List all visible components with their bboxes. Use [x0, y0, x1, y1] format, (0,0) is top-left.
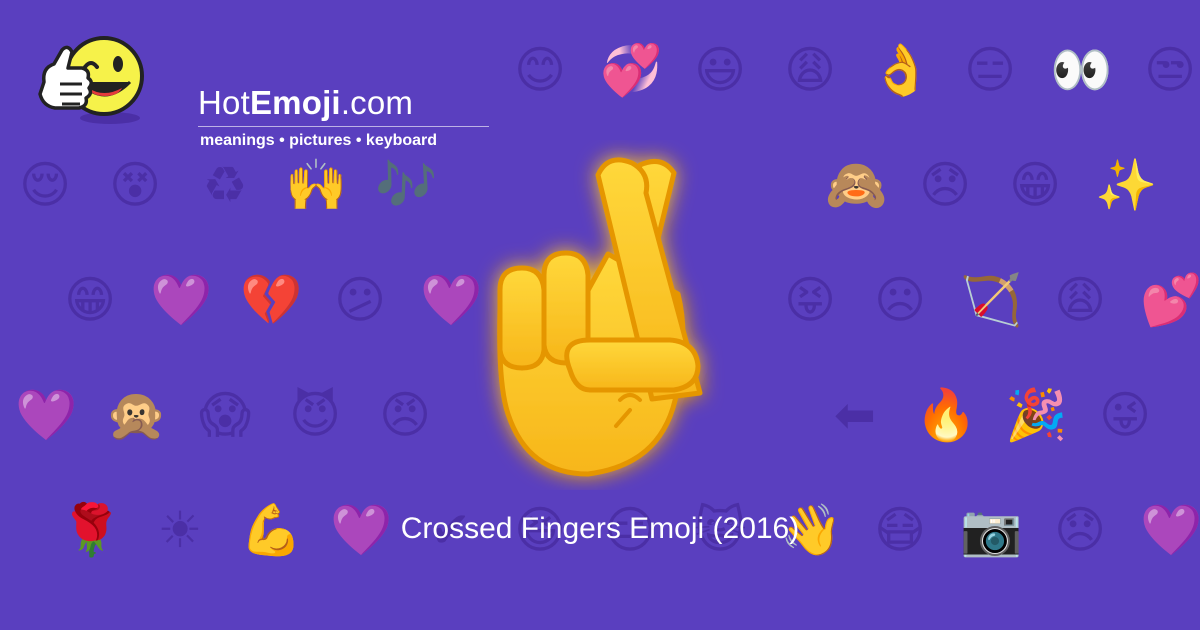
site-name: HotEmoji.com [198, 84, 413, 122]
background-emoji-icon: 😌 [18, 156, 72, 214]
background-emoji-icon: 💜 [150, 271, 213, 329]
site-logo[interactable]: HotEmoji.com meanings • pictures • keybo… [38, 34, 489, 149]
site-name-emoji: Emoji [249, 84, 341, 121]
background-emoji-icon: 😵 [108, 156, 162, 214]
background-emoji-icon: 😜 [1098, 386, 1152, 444]
background-emoji-icon: ♻ [202, 156, 248, 214]
site-name-hot: Hot [198, 84, 250, 121]
background-emoji-icon: ☹ [873, 271, 927, 329]
background-emoji-icon: 🔥 [915, 386, 978, 444]
background-emoji-icon: 😕 [333, 271, 387, 329]
background-emoji-icon: 😞 [918, 156, 972, 214]
background-emoji-icon: 😠 [378, 386, 432, 444]
background-emoji-icon: 😑 [963, 41, 1017, 99]
background-emoji-icon: 😒 [1143, 41, 1197, 99]
background-emoji-icon: 😝 [783, 271, 837, 329]
winking-thumbs-up-smiley-icon [38, 36, 144, 124]
background-emoji-icon: 🎶 [375, 156, 438, 214]
background-emoji-icon: 😈 [288, 386, 342, 444]
background-emoji-icon: 💕 [1140, 271, 1200, 329]
background-emoji-icon: 💞 [600, 41, 663, 99]
background-emoji-icon: 😃 [693, 41, 747, 99]
background-emoji-icon: 🎉 [1005, 386, 1068, 444]
background-emoji-icon: 👀 [1050, 41, 1113, 99]
site-name-domain: .com [340, 84, 414, 121]
background-emoji-icon: 😊 [513, 41, 567, 99]
background-emoji-icon: 😩 [783, 41, 837, 99]
background-emoji-icon: 🙌 [285, 156, 348, 214]
background-emoji-icon: ✨ [1095, 156, 1158, 214]
background-emoji-icon: 😩 [1053, 271, 1107, 329]
background-emoji-icon: ⬅ [834, 386, 876, 444]
background-emoji-icon: 🙈 [825, 156, 888, 214]
crossed-fingers-icon [497, 157, 703, 477]
emoji-caption: Crossed Fingers Emoji (2016) [400, 512, 800, 545]
background-emoji-icon: 😁 [63, 271, 117, 329]
background-emoji-icon: 😁 [1008, 156, 1062, 214]
site-tagline: meanings • pictures • keyboard [200, 132, 438, 149]
background-emoji-icon: 🏹 [960, 271, 1023, 329]
background-emoji-icon: 🙊 [105, 386, 168, 444]
logo-divider [198, 126, 489, 127]
background-emoji-icon: 👌 [870, 41, 933, 99]
background-emoji-icon: 💜 [15, 386, 78, 444]
background-emoji-icon: 💔 [240, 271, 303, 329]
background-emoji-icon: 😱 [198, 386, 252, 444]
